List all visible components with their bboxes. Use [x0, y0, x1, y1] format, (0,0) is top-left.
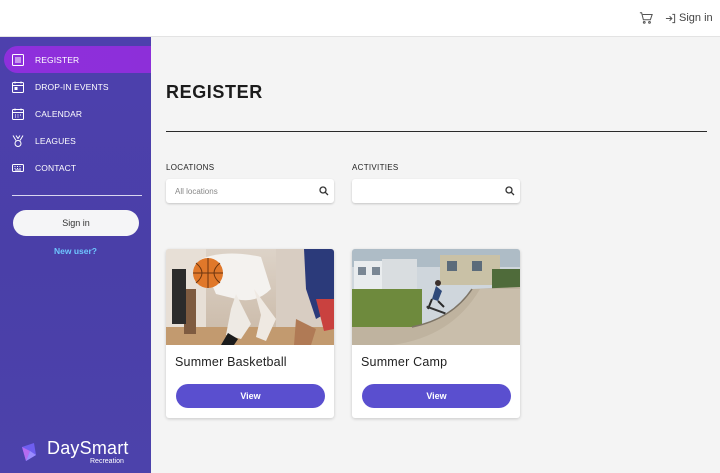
brand-sub: Recreation [90, 458, 124, 465]
search-icon[interactable] [319, 186, 329, 196]
daysmart-logo: DaySmart Recreation [18, 438, 138, 468]
activities-field [352, 179, 520, 203]
new-user-link[interactable]: New user? [0, 246, 151, 256]
card-title: Summer Basketball [175, 355, 287, 369]
locations-label: LOCATIONS [166, 163, 215, 172]
program-card-summer-basketball[interactable]: Summer Basketball View [166, 249, 334, 418]
sidebar-divider [12, 195, 142, 196]
list-icon [11, 53, 25, 67]
card-title: Summer Camp [361, 355, 448, 369]
header-signin-label: Sign in [679, 12, 713, 24]
activities-label: ACTIVITIES [352, 163, 399, 172]
daysmart-logo-mark [22, 443, 36, 461]
brand-name: DaySmart [47, 438, 129, 458]
program-card-summer-camp[interactable]: Summer Camp View [352, 249, 520, 418]
search-icon[interactable] [505, 186, 515, 196]
top-bar: Sign in [0, 0, 720, 37]
sidebar-item-label: DROP-IN EVENTS [35, 81, 109, 92]
view-button[interactable]: View [362, 384, 511, 408]
calendar-event-icon [11, 80, 25, 94]
cart-icon[interactable] [639, 11, 653, 25]
sign-in-icon [665, 13, 676, 23]
sidebar: REGISTER DROP-IN EVENTS CALENDAR LEAGUES… [0, 37, 151, 473]
sidebar-signin-button[interactable]: Sign in [13, 210, 139, 236]
activities-input[interactable] [352, 179, 497, 203]
locations-input[interactable] [166, 179, 311, 203]
keyboard-icon [11, 161, 25, 175]
sidebar-item-drop-in-events[interactable]: DROP-IN EVENTS [4, 73, 151, 100]
locations-field [166, 179, 334, 203]
view-button[interactable]: View [176, 384, 325, 408]
sidebar-item-label: CALENDAR [35, 108, 83, 119]
sidebar-item-register[interactable]: REGISTER [4, 46, 151, 73]
sidebar-item-label: REGISTER [35, 54, 80, 65]
basketball-photo [166, 249, 334, 345]
title-divider [166, 131, 707, 132]
skatepark-photo [352, 249, 520, 345]
sidebar-item-label: LEAGUES [35, 135, 76, 146]
medal-icon [11, 134, 25, 148]
sidebar-item-calendar[interactable]: CALENDAR [4, 100, 151, 127]
sidebar-item-leagues[interactable]: LEAGUES [4, 127, 151, 154]
header-signin-link[interactable]: Sign in [665, 11, 713, 25]
sidebar-item-contact[interactable]: CONTACT [4, 154, 151, 181]
calendar-icon [11, 107, 25, 121]
sidebar-item-label: CONTACT [35, 162, 77, 173]
page-title: REGISTER [166, 82, 263, 102]
